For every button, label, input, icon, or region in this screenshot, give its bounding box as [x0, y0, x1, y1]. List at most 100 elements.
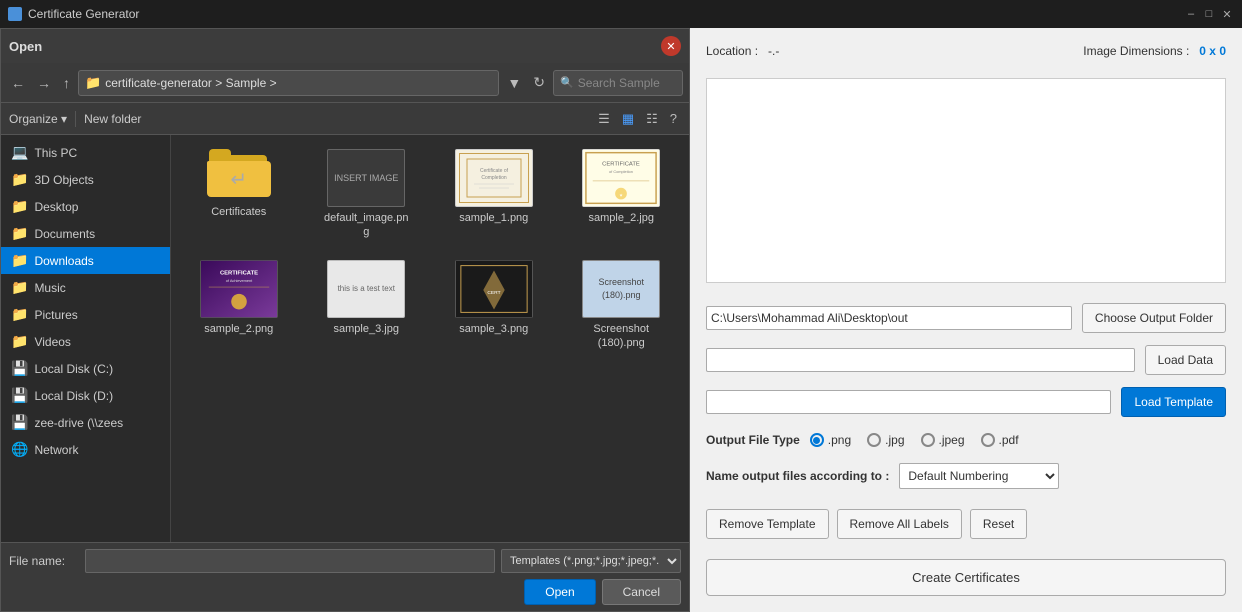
network-icon: 🌐 [11, 441, 28, 458]
close-btn[interactable]: ✕ [1220, 7, 1234, 21]
sidebar-label-downloads: Downloads [34, 254, 93, 268]
sidebar-item-zee-drive[interactable]: 💾 zee-drive (\\zees [1, 409, 170, 436]
zee-drive-icon: 💾 [11, 414, 28, 431]
radio-jpg-circle [867, 433, 881, 447]
view-list-btn[interactable]: ☰ [594, 109, 614, 129]
location-label: Location : [706, 44, 758, 58]
sidebar-label-music: Music [34, 281, 65, 295]
file-bottom: File name: Templates (*.png;*.jpg;*.jpeg… [1, 542, 689, 611]
radio-jpeg[interactable]: .jpeg [921, 433, 965, 447]
output-type-label: Output File Type [706, 433, 800, 447]
dialog-close-btn[interactable]: ✕ [661, 36, 681, 56]
output-path-input[interactable] [706, 306, 1072, 330]
insert-img-thumb: INSERT IMAGE [327, 149, 405, 207]
file-label-sample2png: sample_2.png [204, 322, 273, 336]
file-browser: 💻 This PC 📁 3D Objects 📁 Desktop 📁 Docum… [1, 135, 689, 542]
address-chevron-btn[interactable]: ▼ [503, 73, 525, 93]
maximize-btn[interactable]: □ [1202, 7, 1216, 21]
naming-select[interactable]: Default NumberingCustom NameSequential [899, 463, 1059, 489]
sidebar-item-pc[interactable]: 💻 This PC [1, 139, 170, 166]
load-template-btn[interactable]: Load Template [1121, 387, 1226, 417]
dialog-titlebar: Open ✕ [1, 29, 689, 63]
pc-icon: 💻 [11, 144, 28, 161]
create-certificates-btn[interactable]: Create Certificates [706, 559, 1226, 596]
svg-text:of Achievement: of Achievement [226, 278, 253, 283]
new-folder-btn[interactable]: New folder [84, 112, 141, 126]
forward-btn[interactable]: → [33, 73, 55, 93]
file-grid: ↵ Certificates INSERT IMAGE default_imag… [179, 143, 681, 356]
file-grid-container[interactable]: ↵ Certificates INSERT IMAGE default_imag… [171, 135, 689, 542]
c-drive-icon: 💾 [11, 360, 28, 377]
cert-purple-thumb: CERTIFICATE of Achievement [200, 260, 278, 318]
search-box[interactable]: 🔍 Search Sample [553, 70, 683, 96]
radio-pdf[interactable]: .pdf [981, 433, 1019, 447]
sidebar-label-documents: Documents [34, 227, 95, 241]
address-path[interactable]: 📁 certificate-generator > Sample > [78, 70, 499, 96]
file-item-default-image[interactable]: INSERT IMAGE default_image.png [307, 143, 427, 246]
dimensions-label: Image Dimensions : [1083, 44, 1189, 58]
sidebar-item-network[interactable]: 🌐 Network [1, 436, 170, 463]
template-input[interactable] [706, 390, 1111, 414]
up-btn[interactable]: ↑ [59, 73, 74, 93]
app-icon [8, 7, 22, 21]
organize-btn[interactable]: Organize ▾ [9, 112, 67, 126]
filename-label: File name: [9, 554, 79, 568]
sidebar-item-downloads[interactable]: 📁 Downloads [1, 247, 170, 274]
radio-png-circle [810, 433, 824, 447]
filetype-select[interactable]: Templates (*.png;*.jpg;*.jpeg;*. [501, 549, 681, 573]
sidebar-item-c-drive[interactable]: 💾 Local Disk (C:) [1, 355, 170, 382]
svg-text:CERT: CERT [487, 289, 500, 295]
location-value: -.- [768, 44, 779, 58]
file-label-sample3jpg: sample_3.jpg [334, 322, 399, 336]
view-grid-btn[interactable]: ▦ [618, 109, 638, 129]
cancel-btn[interactable]: Cancel [602, 579, 681, 605]
videos-folder-icon: 📁 [11, 333, 28, 350]
file-item-sample2png[interactable]: CERTIFICATE of Achievement sample_2.png [179, 254, 299, 357]
choose-output-btn[interactable]: Choose Output Folder [1082, 303, 1226, 333]
3d-folder-icon: 📁 [11, 171, 28, 188]
radio-jpg[interactable]: .jpg [867, 433, 904, 447]
sidebar-item-music[interactable]: 📁 Music [1, 274, 170, 301]
refresh-btn[interactable]: ↻ [529, 72, 549, 93]
window-controls: – □ ✕ [1184, 7, 1234, 21]
sidebar-item-3d[interactable]: 📁 3D Objects [1, 166, 170, 193]
help-btn[interactable]: ? [666, 109, 681, 128]
action-buttons: Remove Template Remove All Labels Reset [706, 509, 1226, 539]
svg-text:Certificate of: Certificate of [480, 168, 509, 174]
reset-btn[interactable]: Reset [970, 509, 1027, 539]
view-details-btn[interactable]: ☷ [642, 109, 662, 129]
folder-thumb: ↵ [207, 149, 271, 201]
search-icon: 🔍 [560, 76, 574, 89]
desktop-folder-icon: 📁 [11, 198, 28, 215]
load-data-btn[interactable]: Load Data [1145, 345, 1226, 375]
output-folder-row: Choose Output Folder [706, 303, 1226, 333]
remove-template-btn[interactable]: Remove Template [706, 509, 829, 539]
remove-all-labels-btn[interactable]: Remove All Labels [837, 509, 962, 539]
file-item-sample3png[interactable]: CERT sample_3.png [434, 254, 554, 357]
minimize-btn[interactable]: – [1184, 7, 1198, 21]
sidebar-item-desktop[interactable]: 📁 Desktop [1, 193, 170, 220]
sidebar-item-pictures[interactable]: 📁 Pictures [1, 301, 170, 328]
sidebar-item-d-drive[interactable]: 💾 Local Disk (D:) [1, 382, 170, 409]
sidebar-label-3d: 3D Objects [34, 173, 93, 187]
sidebar-item-videos[interactable]: 📁 Videos [1, 328, 170, 355]
open-btn[interactable]: Open [524, 579, 595, 605]
sidebar-label-desktop: Desktop [34, 200, 78, 214]
file-item-sample3jpg[interactable]: this is a test text sample_3.jpg [307, 254, 427, 357]
radio-png[interactable]: .png [810, 433, 851, 447]
data-input[interactable] [706, 348, 1135, 372]
file-item-certificates[interactable]: ↵ Certificates [179, 143, 299, 246]
back-btn[interactable]: ← [7, 73, 29, 93]
documents-folder-icon: 📁 [11, 225, 28, 242]
dimensions-value: 0 x 0 [1199, 44, 1226, 58]
file-item-sample2jpg[interactable]: CERTIFICATE of Completion ★ sample_2.jpg [562, 143, 682, 246]
file-item-screenshot[interactable]: Screenshot(180).png Screenshot (180).png [562, 254, 682, 357]
filename-input[interactable] [85, 549, 495, 573]
file-label-sample2jpg: sample_2.jpg [589, 211, 654, 225]
sidebar: 💻 This PC 📁 3D Objects 📁 Desktop 📁 Docum… [1, 135, 171, 542]
file-item-sample1[interactable]: Certificate of Completion sample_1.png [434, 143, 554, 246]
load-data-row: Load Data [706, 345, 1226, 375]
right-panel: Location : -.- Image Dimensions : 0 x 0 … [690, 28, 1242, 612]
file-label-sample1: sample_1.png [459, 211, 528, 225]
sidebar-item-documents[interactable]: 📁 Documents [1, 220, 170, 247]
